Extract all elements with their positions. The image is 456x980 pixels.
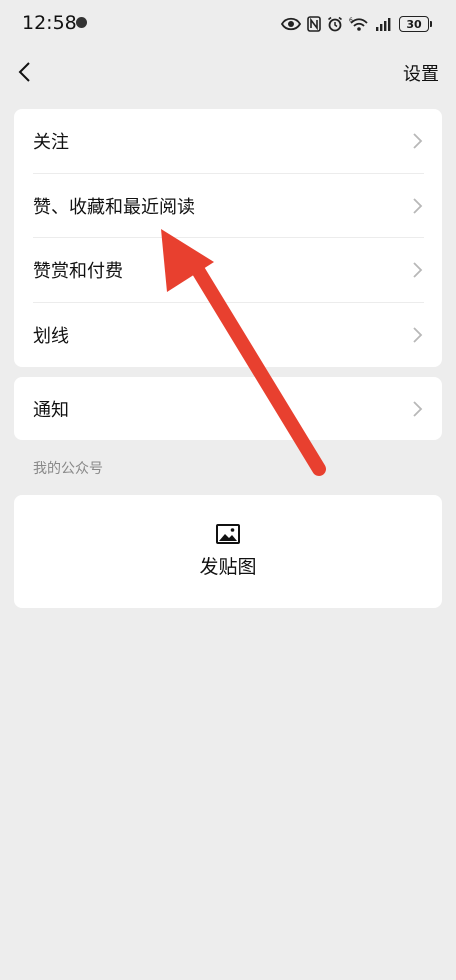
- battery-tip: [430, 21, 432, 27]
- menu-item-notifications[interactable]: 通知: [14, 377, 442, 440]
- section-title-my-official-account: 我的公众号: [33, 461, 103, 477]
- menu-card-primary: 关注 赞、收藏和最近阅读 赞赏和付费 划线: [14, 109, 442, 367]
- menu-card-notifications: 通知: [14, 377, 442, 440]
- wifi-6-icon: 6: [349, 17, 368, 31]
- menu-item-tips-payments[interactable]: 赞赏和付费: [14, 238, 442, 303]
- chevron-right-icon: [413, 133, 423, 149]
- menu-item-likes-favorites-recent[interactable]: 赞、收藏和最近阅读: [14, 174, 442, 238]
- alarm-icon: [328, 16, 342, 32]
- settings-button[interactable]: 设置: [403, 60, 439, 86]
- chevron-right-icon: [413, 198, 423, 214]
- menu-item-highlights[interactable]: 划线: [14, 303, 442, 368]
- post-image-button[interactable]: 发贴图: [14, 495, 442, 608]
- status-bar: 12:58 6 30: [0, 0, 456, 48]
- menu-item-follow[interactable]: 关注: [14, 109, 442, 174]
- back-button[interactable]: [10, 58, 38, 86]
- battery-icon: 30: [399, 16, 429, 32]
- image-icon: [216, 524, 240, 544]
- chevron-right-icon: [413, 327, 423, 343]
- menu-item-label: 通知: [33, 399, 69, 421]
- menu-item-label: 划线: [33, 325, 69, 347]
- signal-icon: [376, 18, 391, 31]
- status-icons: 6 30: [281, 14, 432, 34]
- official-account-card: 发贴图: [14, 495, 442, 608]
- chevron-right-icon: [413, 400, 423, 417]
- menu-item-label: 赞赏和付费: [33, 261, 123, 283]
- svg-text:6: 6: [349, 17, 353, 24]
- nfc-icon: [307, 16, 321, 32]
- app-notification-icon: [76, 17, 87, 28]
- post-image-label: 发贴图: [199, 556, 257, 578]
- menu-item-label: 赞、收藏和最近阅读: [33, 196, 195, 218]
- chevron-left-icon: [18, 62, 30, 82]
- menu-item-label: 关注: [33, 132, 69, 154]
- chevron-right-icon: [413, 262, 423, 278]
- top-nav-bar: 设置: [0, 48, 456, 96]
- eye-icon: [281, 17, 301, 31]
- status-time: 12:58: [22, 12, 77, 34]
